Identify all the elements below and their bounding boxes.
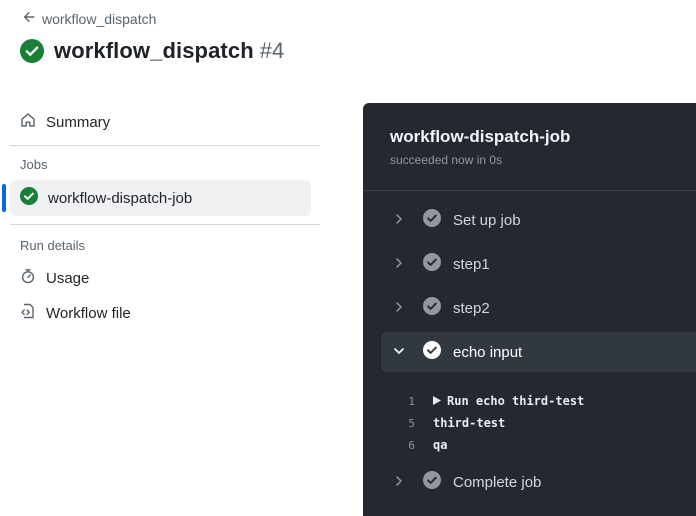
job-log-panel: workflow-dispatch-job succeeded now in 0… [363,103,696,516]
run-details-heading: Run details [20,238,86,253]
chevron-right-icon [381,300,405,317]
sidebar-item-workflow-file[interactable]: Workflow file [0,294,330,332]
check-circle-icon [405,209,453,231]
chevron-down-icon [381,344,405,361]
log-line-number: 5 [408,416,415,430]
chevron-right-icon [381,256,405,273]
step-row[interactable]: Complete job [381,462,696,502]
sidebar-item-label: workflow-dispatch-job [48,189,193,207]
step-log: 1 Run echo third-test 5 third-test 6 qa [363,376,696,462]
workflow-title: workflow_dispatch [54,38,254,63]
sidebar-item-label: Usage [46,269,90,287]
arrow-left-icon [22,10,36,27]
chevron-right-icon [381,212,405,229]
file-code-icon [20,303,36,323]
triangle-right-icon [433,394,441,408]
check-circle-icon [405,341,453,363]
check-circle-fill-icon [20,187,38,209]
run-number: #4 [259,38,285,63]
job-title: workflow-dispatch-job [390,127,571,146]
step-label: step1 [453,255,490,273]
job-panel-header: workflow-dispatch-job succeeded now in 0… [363,103,696,191]
step-label: step2 [453,299,490,317]
step-row[interactable]: Set up job [381,200,696,240]
job-status-text: succeeded now in 0s [390,153,503,167]
sidebar-item-usage[interactable]: Usage [0,259,330,297]
stopwatch-icon [20,268,36,288]
back-link-label: workflow_dispatch [42,10,157,27]
sidebar: Summary Jobs workflow-dispatch-job Run d… [0,100,330,332]
log-line[interactable]: 1 Run echo third-test [363,390,696,412]
step-row[interactable]: step1 [381,244,696,284]
log-line: 5 third-test [363,412,696,434]
jobs-heading: Jobs [20,157,48,172]
sidebar-item-label: Summary [46,113,111,131]
step-list: Set up job step1 step2 echo input 1 Run … [363,191,696,502]
step-label: Set up job [453,211,521,229]
step-row[interactable]: step2 [381,288,696,328]
home-icon [20,112,36,132]
check-circle-icon [405,253,453,275]
step-row-expanded[interactable]: echo input [381,332,696,372]
log-line: 6 qa [363,434,696,456]
step-label: Complete job [453,473,542,491]
page-title: workflow_dispatch #4 [20,38,284,64]
log-line-text: third-test [433,416,506,430]
back-link[interactable]: workflow_dispatch [22,10,156,27]
log-line-number: 6 [408,438,415,452]
sidebar-item-job[interactable]: workflow-dispatch-job [2,180,311,216]
sidebar-item-label: Workflow file [46,304,131,322]
active-indicator [2,184,6,212]
step-label: echo input [453,343,523,361]
check-circle-icon [405,297,453,319]
check-circle-fill-icon [20,39,44,63]
log-line-text: Run echo third-test [447,394,585,408]
chevron-right-icon [381,474,405,491]
log-line-text: qa [433,438,448,452]
log-line-number: 1 [408,394,415,408]
check-circle-icon [405,471,453,493]
sidebar-item-summary[interactable]: Summary [0,103,330,141]
